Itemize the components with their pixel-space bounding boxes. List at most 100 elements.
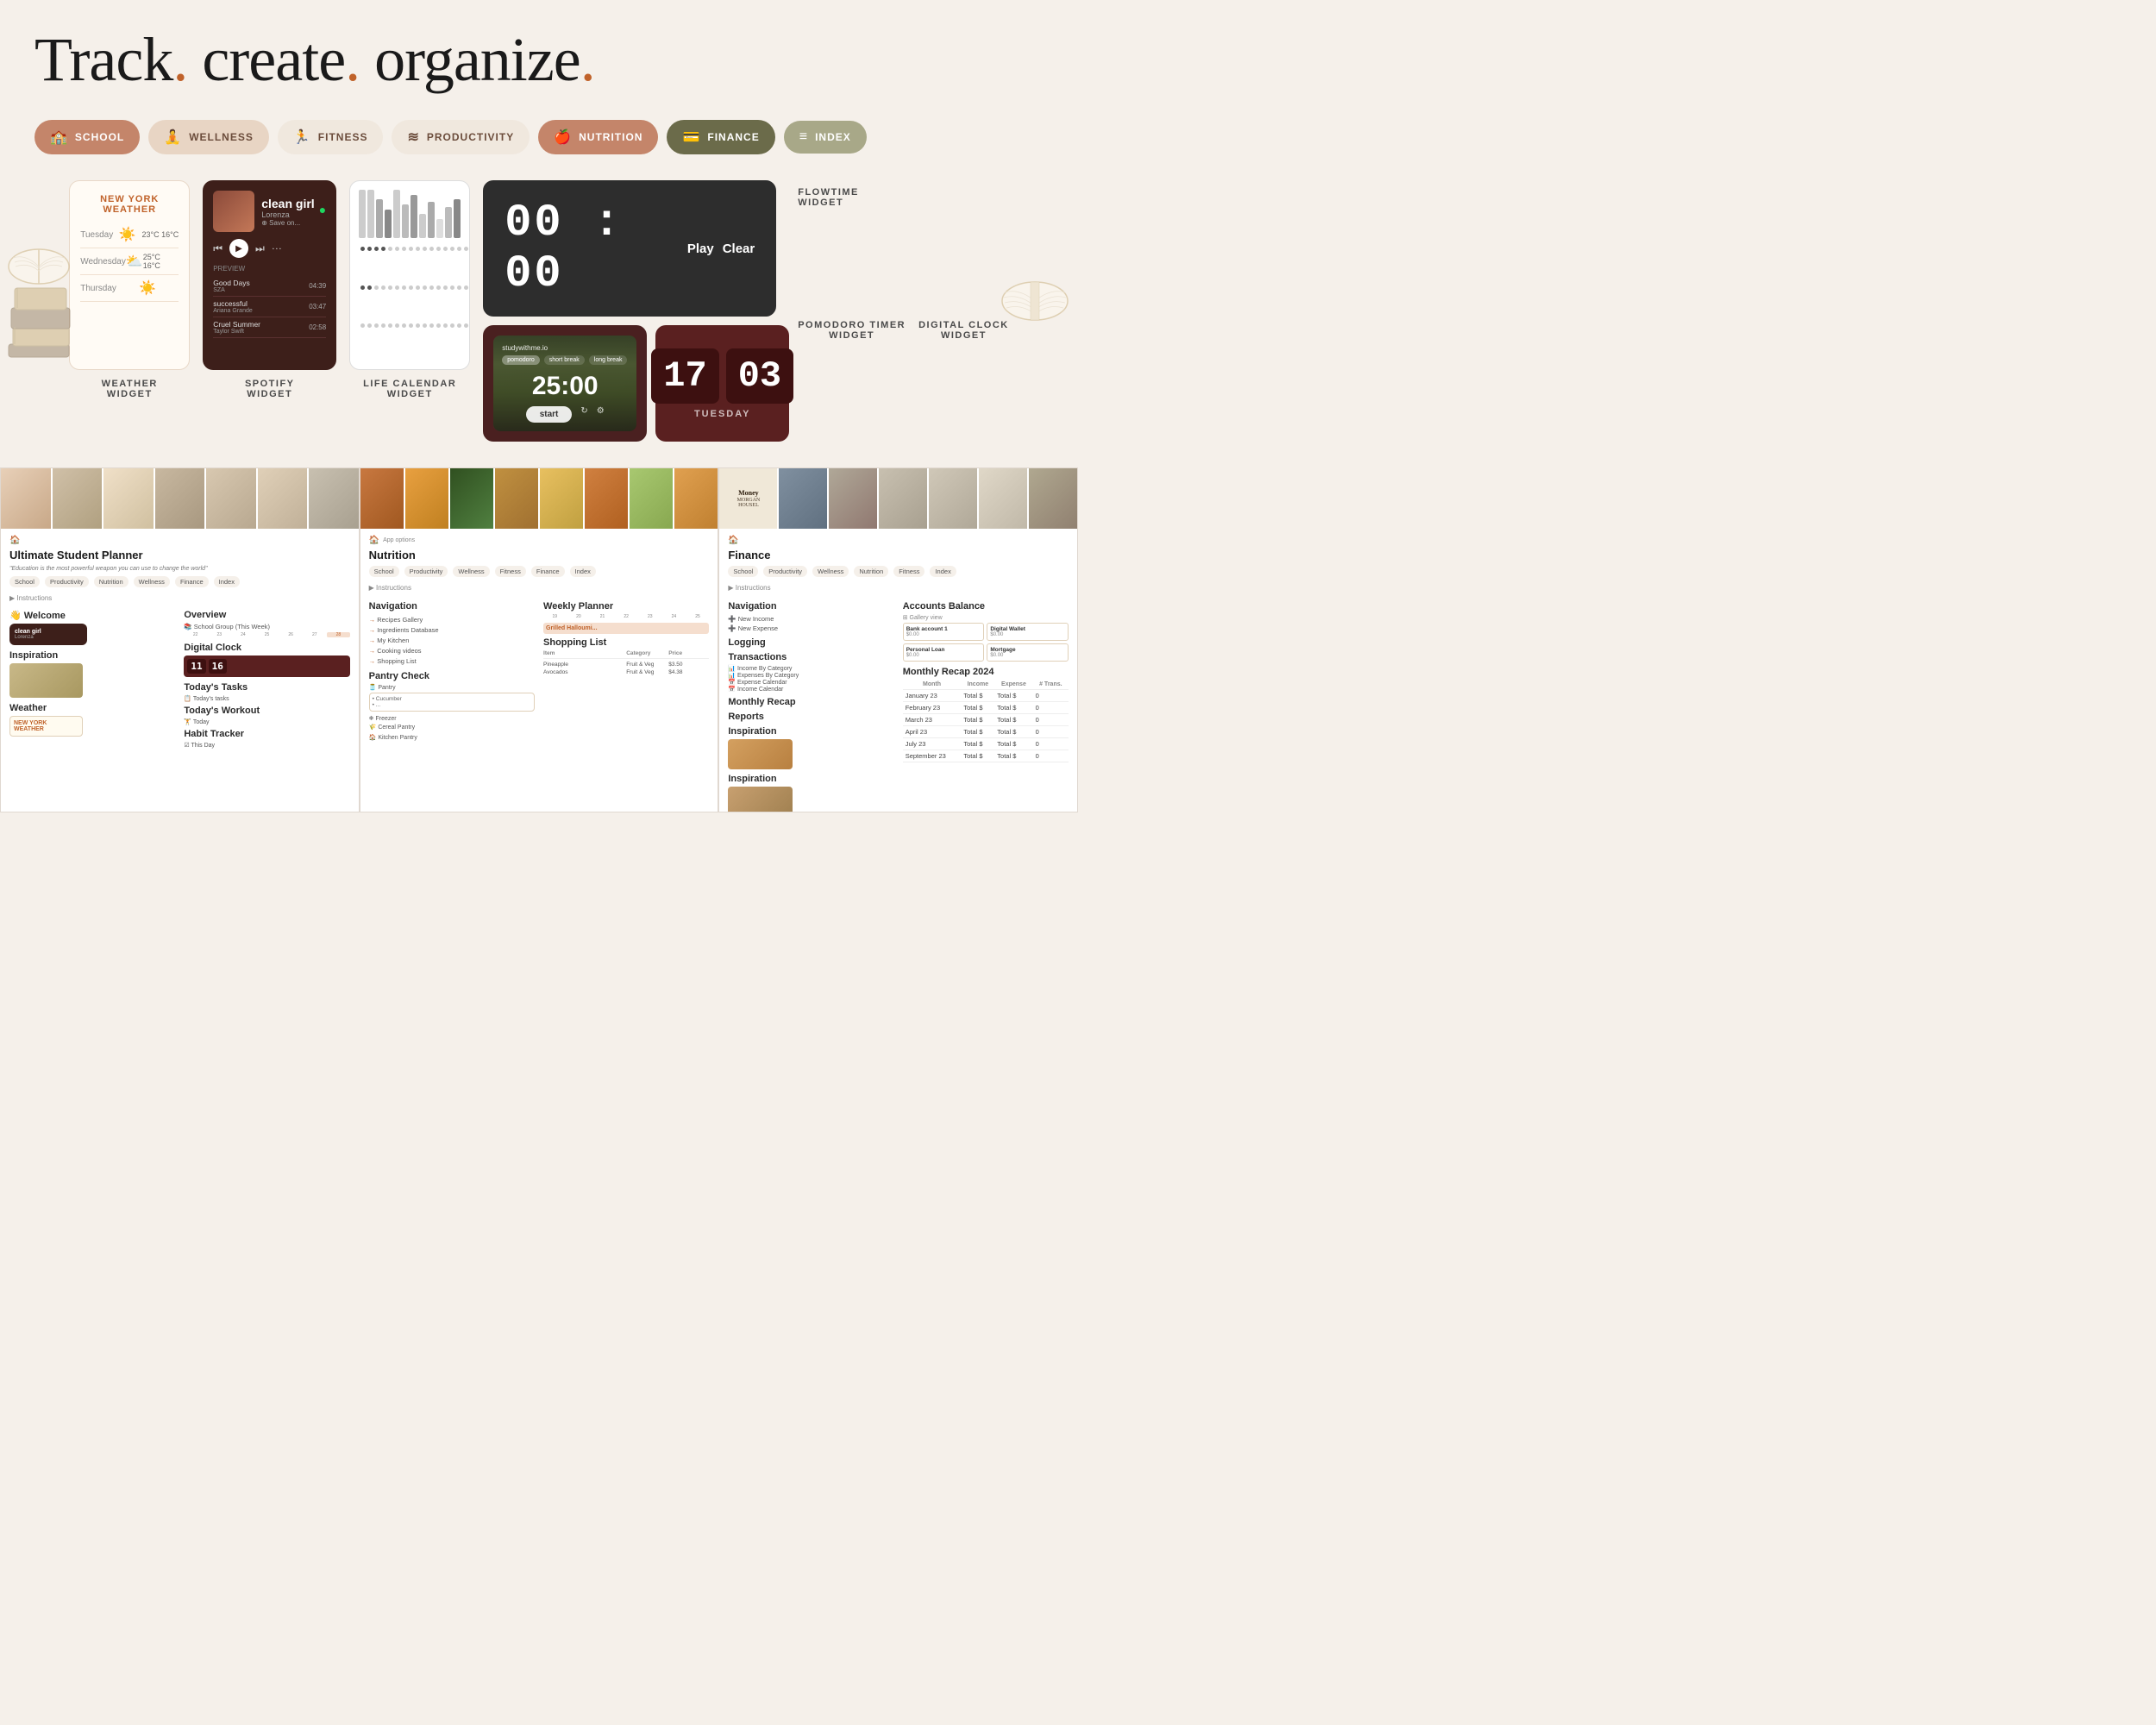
instructions-link[interactable]: ▶ Instructions — [9, 594, 350, 602]
table-header-income: Income — [961, 680, 994, 690]
finance-inspiration-2-section: Inspiration — [728, 774, 893, 784]
new-expense-link[interactable]: ➕ New Expense — [728, 624, 893, 633]
nutrition-tab-finance[interactable]: Finance — [531, 566, 565, 577]
finance-tab-productivity[interactable]: Productivity — [763, 566, 807, 577]
expense-jan: Total $ — [994, 690, 1032, 702]
song-name-2: successful — [213, 299, 253, 308]
nutrition-tab-wellness[interactable]: Wellness — [453, 566, 489, 577]
nutrition-tab-school[interactable]: School — [369, 566, 399, 577]
clock-day: TUESDAY — [694, 409, 751, 419]
wp-day-19: 19 — [543, 614, 567, 619]
cereal-pantry-label: 🌾 Cereal Pantry — [369, 724, 535, 731]
prev-track-icon[interactable]: ⏮ — [213, 242, 222, 255]
cooking-videos-link[interactable]: Cooking videos — [369, 645, 535, 656]
student-photo-3 — [103, 468, 154, 529]
tab-nutrition[interactable]: 🍎 NUTRITION — [538, 120, 658, 154]
finance-photo-strip: Money MORGANHOUSEL — [719, 468, 1077, 529]
pantry-item-others: • ... — [373, 702, 531, 708]
shopping-list-link[interactable]: Shopping List — [369, 656, 535, 666]
nutrition-instructions-link[interactable]: ▶ Instructions — [369, 584, 710, 592]
finance-nav-section: Navigation — [728, 601, 893, 612]
tab-fitness[interactable]: 🏃 FITNESS — [278, 120, 384, 154]
finance-tab-index[interactable]: Index — [930, 566, 956, 577]
spotify-controls[interactable]: ⏮ ▶ ⏭ ··· — [213, 239, 326, 258]
pantry-items-mini: • Cucumber • ... — [369, 693, 535, 712]
pomodoro-settings-icon[interactable]: ⚙ — [597, 406, 605, 423]
nutrition-two-col: Navigation Recipes Gallery Ingredients D… — [369, 596, 710, 741]
student-nav-tabs[interactable]: School Productivity Nutrition Wellness F… — [9, 576, 350, 587]
life-calendar-widget-wrapper: LIFE CALENDARWIDGET — [349, 180, 470, 399]
tab-school[interactable]: 🏫 SCHOOL — [34, 120, 140, 154]
nutrition-icon: 🍎 — [554, 129, 572, 146]
duration-2: 03:47 — [309, 303, 326, 310]
pomodoro-controls: start ↻ ⚙ — [502, 406, 628, 423]
clock-minute: 03 — [726, 348, 793, 404]
account-name-1: Bank account 1 — [906, 626, 981, 632]
todays-workout-section: Today's Workout — [184, 706, 349, 716]
income-apr: Total $ — [961, 726, 994, 738]
weekly-planner-grid: 19 20 21 22 23 24 25 — [543, 614, 709, 619]
finance-tab-wellness[interactable]: Wellness — [812, 566, 849, 577]
student-tab-wellness[interactable]: Wellness — [134, 576, 170, 587]
productivity-icon: ≋ — [407, 129, 419, 146]
account-name-4: Mortgage — [990, 647, 1065, 653]
song-name-3: Cruel Summer — [213, 320, 260, 329]
clear-button[interactable]: Clear — [723, 242, 755, 256]
finance-tab-fitness[interactable]: Fitness — [893, 566, 924, 577]
student-tab-productivity[interactable]: Productivity — [45, 576, 89, 587]
inspiration-image — [9, 663, 83, 698]
recipes-gallery-link[interactable]: Recipes Gallery — [369, 614, 535, 624]
student-tab-index[interactable]: Index — [214, 576, 240, 587]
student-photo-strip — [1, 468, 359, 529]
my-kitchen-link[interactable]: My Kitchen — [369, 635, 535, 645]
finance-nav-tabs[interactable]: School Productivity Wellness Nutrition F… — [728, 566, 1069, 577]
pom-tab-long[interactable]: long break — [589, 355, 628, 365]
main-headline: Track. create. organize. — [34, 26, 1044, 94]
ingredients-db-link[interactable]: Ingredients Database — [369, 624, 535, 635]
sun-icon-thu: ☀️ — [139, 279, 156, 297]
next-track-icon[interactable]: ⏭ — [255, 242, 265, 255]
month-jul: July 23 — [903, 738, 962, 750]
student-tab-nutrition[interactable]: Nutrition — [94, 576, 128, 587]
timer-buttons: Play Clear — [687, 242, 755, 256]
accounts-grid: Bank account 1 $0.00 Digital Wallet $0.0… — [903, 623, 1069, 662]
habit-tracker-section: Habit Tracker — [184, 729, 349, 739]
fitness-tab-label: FITNESS — [318, 131, 368, 143]
pom-clock-row: studywithme.io pomodoro short break long… — [483, 325, 789, 442]
expense-jul: Total $ — [994, 738, 1032, 750]
pomodoro-start-button[interactable]: start — [526, 406, 573, 423]
all-widgets-row: NEW YORK WEATHER Tuesday ☀️ 23°C 16°C We… — [69, 180, 1009, 442]
pom-tab-short[interactable]: short break — [544, 355, 585, 365]
finance-tab-school[interactable]: School — [728, 566, 758, 577]
tab-finance[interactable]: 💳 FINANCE — [667, 120, 774, 154]
pom-tab-pomodoro[interactable]: pomodoro — [502, 355, 540, 365]
logging-section: Logging — [728, 637, 893, 648]
play-button[interactable]: Play — [687, 242, 714, 256]
play-button-spotify[interactable]: ▶ — [229, 239, 248, 258]
nav-section-title: Navigation — [369, 601, 535, 612]
tab-productivity[interactable]: ≋ PRODUCTIVITY — [392, 120, 530, 154]
finance-content: 🏠 Finance School Productivity Wellness N… — [719, 529, 1077, 812]
finance-tab-nutrition[interactable]: Nutrition — [854, 566, 888, 577]
student-photo-4 — [155, 468, 205, 529]
wp-day-21: 21 — [591, 614, 614, 619]
weather-temps-tue: 23°C 16°C — [141, 230, 179, 239]
tab-wellness[interactable]: 🧘 WELLNESS — [148, 120, 269, 154]
finance-instructions-link[interactable]: ▶ Instructions — [728, 584, 1069, 592]
grilled-item-label: Grilled Halloumi... — [546, 625, 706, 631]
app-options-link[interactable]: App options — [383, 537, 415, 543]
student-tab-finance[interactable]: Finance — [175, 576, 209, 587]
headline-track: Track — [34, 25, 172, 94]
new-income-link[interactable]: ➕ New Income — [728, 614, 893, 624]
mini-spotify-in-preview: clean girl Lorenza — [9, 624, 87, 645]
nutrition-tab-fitness[interactable]: Fitness — [495, 566, 526, 577]
tab-index[interactable]: ≡ INDEX — [784, 121, 867, 154]
sun-icon-tue: ☀️ — [119, 226, 136, 243]
nutrition-tab-productivity[interactable]: Productivity — [404, 566, 448, 577]
shop-price-1: $3.50 — [668, 662, 709, 668]
pomodoro-refresh-icon[interactable]: ↻ — [580, 406, 587, 423]
student-tab-school[interactable]: School — [9, 576, 40, 587]
nutrition-nav-tabs[interactable]: School Productivity Wellness Fitness Fin… — [369, 566, 710, 577]
more-options-icon[interactable]: ··· — [272, 242, 282, 255]
nutrition-tab-index[interactable]: Index — [570, 566, 596, 577]
